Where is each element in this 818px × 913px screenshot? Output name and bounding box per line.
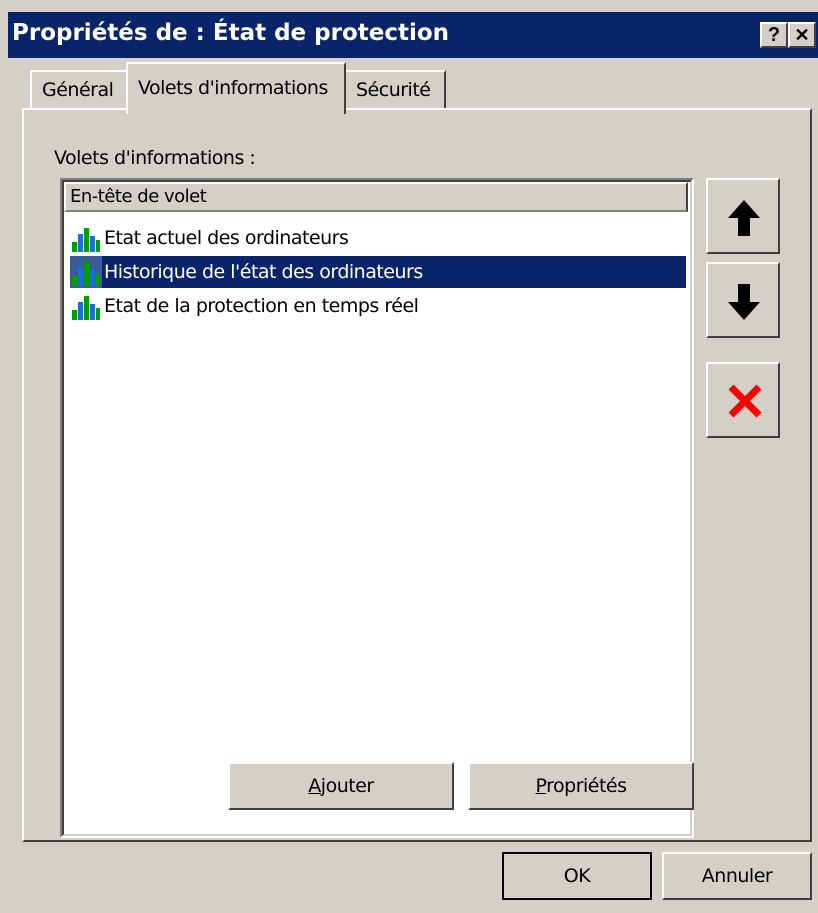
properties-button[interactable]: Propriétés <box>468 762 694 810</box>
section-label: Volets d'informations : <box>54 147 256 169</box>
add-button-label: jouter <box>320 775 374 797</box>
help-button[interactable]: ? <box>760 22 788 48</box>
tab-panel: Volets d'informations : En-tête de volet… <box>22 108 812 842</box>
list-item-label: Etat actuel des ordinateurs <box>104 227 349 249</box>
list-item[interactable]: Etat actuel des ordinateurs <box>70 222 686 254</box>
close-icon: ✕ <box>794 25 810 45</box>
list-item-label: Etat de la protection en temps réel <box>104 295 419 317</box>
ok-button[interactable]: OK <box>502 852 652 900</box>
cancel-button[interactable]: Annuler <box>662 852 812 900</box>
ok-button-label: OK <box>563 865 591 887</box>
list-item[interactable]: Historique de l'état des ordinateurs <box>70 256 686 288</box>
properties-button-label: ropriétés <box>546 775 627 797</box>
delete-x-icon <box>728 384 762 418</box>
add-button[interactable]: Ajouter <box>228 762 454 810</box>
tab-general[interactable]: Général <box>30 70 130 110</box>
cancel-button-label: Annuler <box>701 865 773 887</box>
tab-volets-informations[interactable]: Volets d'informations <box>126 62 346 114</box>
tab-securite-label: Sécurité <box>356 79 431 101</box>
column-header[interactable]: En-tête de volet <box>64 182 688 212</box>
list-item-label: Historique de l'état des ordinateurs <box>104 261 423 283</box>
help-icon: ? <box>767 24 781 46</box>
properties-button-accel: P <box>535 775 547 797</box>
title-bar: Propriétés de : État de protection ? ✕ <box>8 12 818 58</box>
panels-listbox[interactable]: En-tête de volet Etat actuel des ordinat… <box>60 178 694 838</box>
close-button[interactable]: ✕ <box>788 22 816 48</box>
arrow-down-icon <box>728 284 760 320</box>
listbox-frame: En-tête de volet Etat actuel des ordinat… <box>62 180 692 836</box>
tab-securite[interactable]: Sécurité <box>344 70 446 110</box>
delete-button[interactable] <box>706 362 780 438</box>
bar-chart-icon <box>70 256 102 288</box>
move-up-button[interactable] <box>706 178 780 254</box>
bar-chart-icon <box>72 296 100 320</box>
tab-general-label: Général <box>42 79 114 101</box>
move-down-button[interactable] <box>706 262 780 338</box>
add-button-accel: A <box>308 775 321 797</box>
window-title: Propriétés de : État de protection <box>12 20 450 46</box>
tab-volets-informations-label: Volets d'informations <box>138 77 328 99</box>
bar-chart-icon <box>72 228 100 252</box>
arrow-up-icon <box>728 200 760 236</box>
list-item[interactable]: Etat de la protection en temps réel <box>70 290 686 322</box>
